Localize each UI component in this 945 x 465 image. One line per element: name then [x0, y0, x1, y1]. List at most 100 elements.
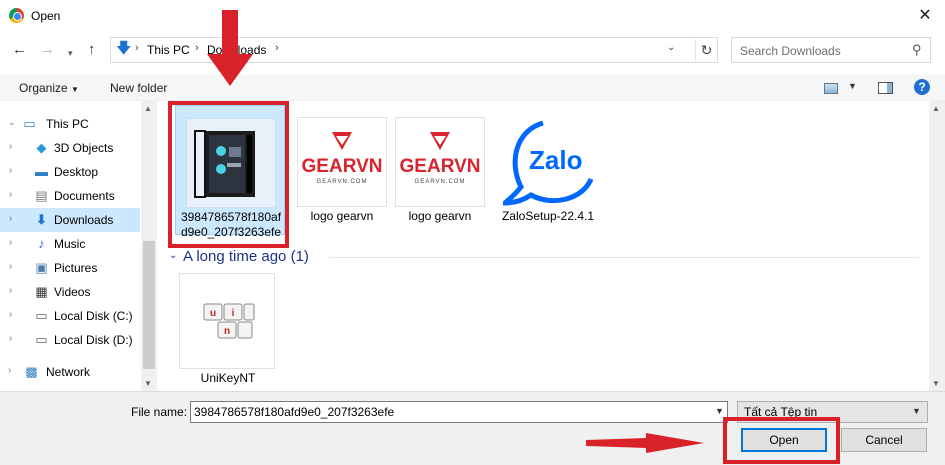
- group-header-long-time-ago[interactable]: ⌄ A long time ago (1): [169, 247, 919, 267]
- annotation-highlight-box: [168, 101, 289, 248]
- sidebar-item-pictures[interactable]: › ▣ Pictures: [0, 256, 140, 280]
- view-options-icon[interactable]: [824, 83, 838, 94]
- sidebar-item-videos[interactable]: › ▦ Videos: [0, 280, 140, 304]
- sidebar-item-3d-objects[interactable]: › ◆ 3D Objects: [0, 136, 140, 160]
- preview-pane-icon[interactable]: [878, 82, 893, 94]
- zalo-logo-thumbnail: Zalo: [498, 117, 594, 207]
- title-bar: Open ✕: [0, 0, 945, 32]
- file-item[interactable]: u i n UniKeyNT: [175, 269, 285, 389]
- file-name: logo gearvn: [310, 209, 374, 223]
- gearvn-logo-thumbnail: GEARVN GEARVN.COM: [395, 117, 485, 207]
- key-i: i: [232, 308, 235, 319]
- collapse-chevron-icon[interactable]: ⌄: [169, 250, 177, 261]
- chevron-right-icon[interactable]: ›: [9, 333, 12, 344]
- sidebar-item-local-disk-d[interactable]: › ▭ Local Disk (D:): [0, 328, 140, 352]
- gearvn-logo-thumbnail: GEARVN GEARVN.COM: [297, 117, 387, 207]
- chevron-right-icon[interactable]: ›: [275, 42, 279, 54]
- chevron-right-icon[interactable]: ›: [195, 42, 199, 54]
- sidebar-item-downloads[interactable]: › ⬇ Downloads: [0, 208, 140, 232]
- chevron-right-icon[interactable]: ›: [9, 309, 12, 320]
- download-arrow-icon: 🡇: [116, 40, 132, 57]
- sidebar-item-label: Downloads: [54, 213, 114, 227]
- chevron-right-icon[interactable]: ›: [9, 237, 12, 248]
- toolbar: Organize ▼ New folder ▼ ?: [0, 75, 945, 101]
- key-n: n: [224, 326, 230, 337]
- chevron-down-icon[interactable]: ▼: [912, 406, 921, 416]
- close-icon[interactable]: ✕: [905, 2, 945, 30]
- address-dropdown-icon[interactable]: ⌄: [667, 42, 675, 53]
- chevron-right-icon[interactable]: ›: [9, 285, 12, 296]
- scroll-up-icon[interactable]: ▲: [932, 104, 940, 113]
- file-item[interactable]: GEARVN GEARVN.COM logo gearvn: [287, 105, 397, 235]
- sidebar-item-documents[interactable]: › ▤ Documents: [0, 184, 140, 208]
- gearvn-logo-text: GEARVN: [302, 156, 383, 177]
- scroll-up-icon[interactable]: ▲: [144, 104, 152, 113]
- chrome-icon: [9, 8, 24, 23]
- recent-locations-chevron-icon[interactable]: ▾: [68, 44, 73, 62]
- scrollbar-thumb[interactable]: [143, 241, 155, 369]
- download-arrow-icon: ⬇: [36, 212, 47, 227]
- new-folder-button[interactable]: New folder: [110, 81, 167, 95]
- sidebar-item-music[interactable]: › ♪ Music: [0, 232, 140, 256]
- film-icon: ▦: [35, 284, 48, 299]
- chevron-down-icon: ▼: [71, 85, 79, 94]
- sidebar-scrollbar[interactable]: ▲ ▼: [141, 101, 157, 391]
- sidebar-item-local-disk-c[interactable]: › ▭ Local Disk (C:): [0, 304, 140, 328]
- scroll-down-icon[interactable]: ▼: [932, 379, 940, 388]
- sidebar-item-label: Desktop: [54, 165, 99, 179]
- back-arrow-icon[interactable]: ←: [12, 41, 27, 59]
- sidebar-item-label: Documents: [54, 189, 115, 203]
- chevron-right-icon[interactable]: ›: [9, 261, 12, 272]
- chevron-right-icon[interactable]: ›: [9, 165, 12, 176]
- group-label: A long time ago (1): [183, 248, 309, 265]
- gearvn-logo-subtext: GEARVN.COM: [415, 179, 466, 185]
- computer-icon: ▭: [23, 116, 36, 131]
- chevron-down-icon[interactable]: ▼: [848, 81, 857, 91]
- sidebar-item-label: Videos: [54, 285, 91, 299]
- navigation-pane: ⌄ ▭ This PC › ◆ 3D Objects › ▬ Desktop ›…: [0, 101, 157, 391]
- file-name-input[interactable]: 3984786578f180afd9e0_207f3263efe ▼: [190, 401, 728, 423]
- desktop-icon: ▬: [35, 164, 48, 179]
- chevron-down-icon[interactable]: ▼: [715, 406, 724, 416]
- file-name: UniKeyNT: [200, 371, 256, 385]
- file-item[interactable]: GEARVN GEARVN.COM logo gearvn: [385, 105, 495, 235]
- sidebar-item-this-pc[interactable]: ⌄ ▭ This PC: [0, 112, 140, 136]
- refresh-icon[interactable]: ↻: [695, 39, 717, 61]
- sidebar-item-desktop[interactable]: › ▬ Desktop: [0, 160, 140, 184]
- gearvn-logo-text: GEARVN: [400, 156, 481, 177]
- help-icon[interactable]: ?: [914, 79, 930, 95]
- address-bar[interactable]: 🡇 › This PC › Downloads › ⌄ ↻: [110, 37, 718, 63]
- scroll-down-icon[interactable]: ▼: [144, 379, 152, 388]
- key-u: u: [210, 308, 216, 319]
- sidebar-item-label: Local Disk (D:): [54, 333, 133, 347]
- sidebar-item-label: Music: [54, 237, 86, 251]
- organize-button[interactable]: Organize ▼: [19, 81, 79, 95]
- sidebar-item-network[interactable]: › ▩ Network: [0, 360, 140, 384]
- search-icon[interactable]: ⚲: [912, 42, 922, 58]
- chevron-right-icon[interactable]: ›: [9, 189, 12, 200]
- file-name-value: 3984786578f180afd9e0_207f3263efe: [194, 405, 395, 419]
- breadcrumb-this-pc[interactable]: This PC: [147, 43, 190, 57]
- zalo-logo-image: Zalo: [498, 120, 594, 206]
- annotation-right-arrow-icon: [586, 433, 704, 453]
- chevron-right-icon[interactable]: ›: [8, 365, 11, 376]
- file-name: ZaloSetup-22.4.1: [501, 209, 595, 223]
- file-item[interactable]: Zalo ZaloSetup-22.4.1: [493, 105, 603, 235]
- expanded-chevron-icon[interactable]: ⌄: [8, 117, 16, 128]
- up-arrow-icon[interactable]: ↑: [88, 41, 96, 59]
- chevron-right-icon[interactable]: ›: [9, 141, 12, 152]
- gearvn-logo-subtext: GEARVN.COM: [317, 179, 368, 185]
- forward-arrow-icon[interactable]: →: [40, 41, 55, 59]
- chevron-right-icon[interactable]: ›: [9, 213, 12, 224]
- organize-label: Organize: [19, 81, 68, 95]
- document-icon: ▤: [35, 188, 48, 203]
- cancel-button[interactable]: Cancel: [841, 428, 927, 452]
- content-scrollbar[interactable]: ▲ ▼: [929, 101, 945, 391]
- annotation-highlight-box: [723, 417, 840, 464]
- chevron-right-icon[interactable]: ›: [135, 42, 139, 54]
- sidebar-item-label: Pictures: [54, 261, 98, 275]
- search-box[interactable]: Search Downloads ⚲: [731, 37, 931, 63]
- window-title: Open: [31, 9, 61, 23]
- unikey-keys-image: u i n: [203, 303, 255, 339]
- drive-icon: ▭: [35, 332, 48, 347]
